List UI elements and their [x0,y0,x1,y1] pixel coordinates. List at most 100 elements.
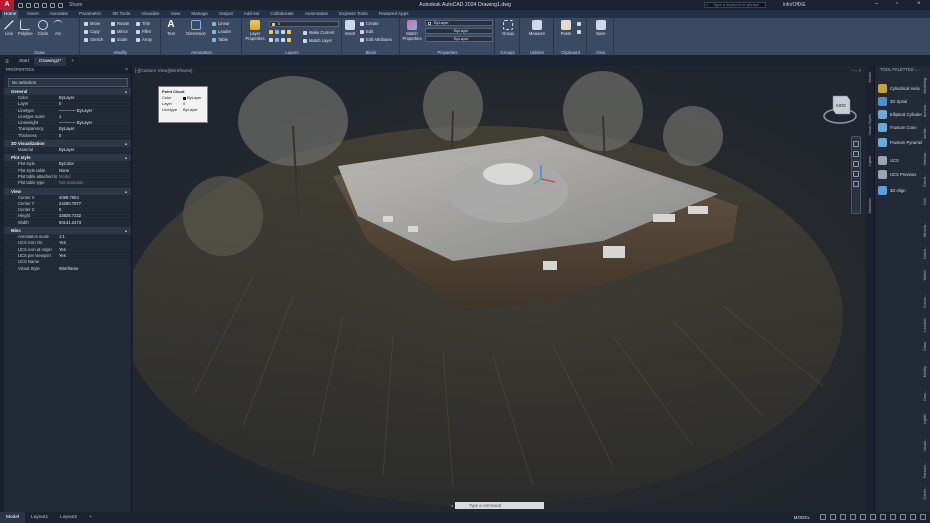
palette-strip-tab[interactable]: Visual Styles [868,114,872,136]
drawing-viewport[interactable]: [-][Custom View][Wireframe] – ▫ × Point … [133,66,865,512]
tab-insert[interactable]: Insert [25,10,41,18]
redo-icon[interactable] [58,2,63,8]
tab-featured-apps[interactable]: Featured Apps [377,10,411,18]
tab-output[interactable]: Output [217,10,235,18]
save-icon[interactable] [34,2,39,8]
ortho-icon[interactable] [840,514,846,520]
tool-palette-item[interactable]: UCS [878,154,928,166]
steering-wheel-icon[interactable] [853,141,859,147]
lineweight-icon[interactable] [870,514,876,520]
property-value[interactable]: Yes [57,240,131,245]
isolate-icon[interactable] [900,514,906,520]
palette-strip-tab[interactable]: Materials [868,198,872,213]
property-value[interactable]: Not available [57,180,131,185]
viewcube[interactable]: SIDE [823,90,857,132]
palette-strip-tab[interactable]: Model [868,72,872,82]
tab-layout2[interactable]: Layout2 [54,512,83,523]
palette-side-tab[interactable]: Leaders [923,318,927,332]
property-value[interactable]: 4098.7654 [57,195,131,200]
new-icon[interactable] [18,2,23,8]
property-row[interactable]: Thickness 0 [4,133,131,140]
palette-side-tab[interactable]: Gener... [923,486,927,500]
fullscreen-icon[interactable] [910,514,916,520]
palette-side-tab[interactable]: Comm... [923,294,927,308]
property-value[interactable]: ByLayer [57,147,131,152]
property-value[interactable]: ByLayer [57,95,131,100]
table-button[interactable]: Table [212,37,228,42]
section-header[interactable]: Misc [4,227,131,235]
tool-palette-item[interactable]: UCS Previous [878,168,928,180]
measure-button[interactable]: Measure [525,20,549,36]
app-menu-button[interactable]: A [0,0,14,10]
text-button[interactable]: A Text [164,20,178,37]
add-tab-button[interactable]: + [66,57,79,66]
tab-3d-tools[interactable]: 3D Tools [110,10,132,18]
tab-annotate[interactable]: Annotate [48,10,70,18]
palette-side-tab[interactable]: Params... [923,462,927,478]
search-input[interactable]: ⌕ Type a keyword or phrase [704,2,766,8]
pan-icon[interactable] [853,151,859,157]
move-button[interactable]: Move [84,21,100,26]
tab-home[interactable]: Home [2,10,19,18]
command-line-input[interactable]: Type a command [455,502,544,509]
palette-side-tab[interactable]: Lights [923,414,927,424]
match-properties-button[interactable]: Match Properties [402,20,422,41]
palette-side-tab[interactable]: Modeling [923,78,927,93]
tab-parametric[interactable]: Parametric [77,10,103,18]
property-value[interactable] [57,259,131,264]
polar-icon[interactable] [850,514,856,520]
property-value[interactable]: 0 [57,101,131,106]
tab-visualize[interactable]: Visualize [139,10,161,18]
property-value[interactable]: 1:1 [57,234,131,239]
section-header[interactable]: Plot style [4,154,131,162]
selection-dropdown[interactable]: No selection [8,78,128,87]
hamburger-menu-icon[interactable]: ≡ [0,59,14,65]
trim-button[interactable]: Trim [136,21,150,26]
property-value[interactable]: ByColor [57,161,131,166]
layer-dropdown[interactable]: 0 [269,21,339,27]
stretch-button[interactable]: Stretch [84,37,103,42]
palette-side-tab[interactable]: Cam... [923,390,927,401]
viewcube-face-label[interactable]: SIDE [836,103,847,108]
property-row[interactable]: Visual Style Wireframe [4,266,131,272]
snap-icon[interactable] [830,514,836,520]
workspace-gear-icon[interactable] [890,514,896,520]
customize-menu-icon[interactable] [920,514,926,520]
edit-block-button[interactable]: Edit [360,29,373,34]
property-value[interactable]: Wireframe [57,266,131,271]
palette-side-tab[interactable]: Modify [923,366,927,377]
cut-button[interactable] [577,22,581,26]
mirror-button[interactable]: Mirror [111,29,128,34]
tool-palette-item[interactable]: Elliptical Cylinder [878,108,928,120]
osnap-icon[interactable] [860,514,866,520]
palette-side-tab[interactable]: Annota... [923,102,927,117]
section-header[interactable]: 3D Visualization [4,140,131,148]
tab-model[interactable]: Model [0,512,26,523]
circle-button[interactable]: Circle [36,20,50,36]
tab-express-tools[interactable]: Express Tools [337,10,370,18]
make-current-button[interactable]: Make Current [303,30,334,35]
arc-button[interactable]: Arc [52,20,64,36]
tab-start[interactable]: Start [14,57,34,66]
fillet-button[interactable]: Fillet [136,29,151,34]
close-icon[interactable]: × [125,66,128,74]
lineweight-dropdown[interactable]: ByLayer [425,28,493,34]
tab-add-ins[interactable]: Add-ins [242,10,262,18]
viewport-window-controls[interactable]: – ▫ × [852,68,861,73]
property-value[interactable]: None [57,168,131,173]
palette-side-tab[interactable]: Visual... [923,438,927,451]
property-value[interactable]: 60141.2473 [57,220,131,225]
palette-side-tab[interactable]: Mecha... [923,150,927,165]
add-layout-button[interactable]: + [83,512,98,523]
tool-palette-item[interactable]: 3D Spiral [878,95,928,107]
tool-palette-item[interactable]: 3D Align [878,184,928,196]
property-value[interactable]: Yes [57,247,131,252]
property-value[interactable]: Yes [57,253,131,258]
viewport-controls-label[interactable]: [-][Custom View][Wireframe] [135,68,192,73]
palette-side-tab[interactable]: Structu... [923,222,927,237]
match-layer-button[interactable]: Match Layer [303,38,332,43]
copy-button[interactable]: Copy [84,29,100,34]
palette-side-tab[interactable]: Draw [923,342,927,351]
property-value[interactable]: 0 [57,207,131,212]
share-button[interactable]: Share [69,2,82,8]
